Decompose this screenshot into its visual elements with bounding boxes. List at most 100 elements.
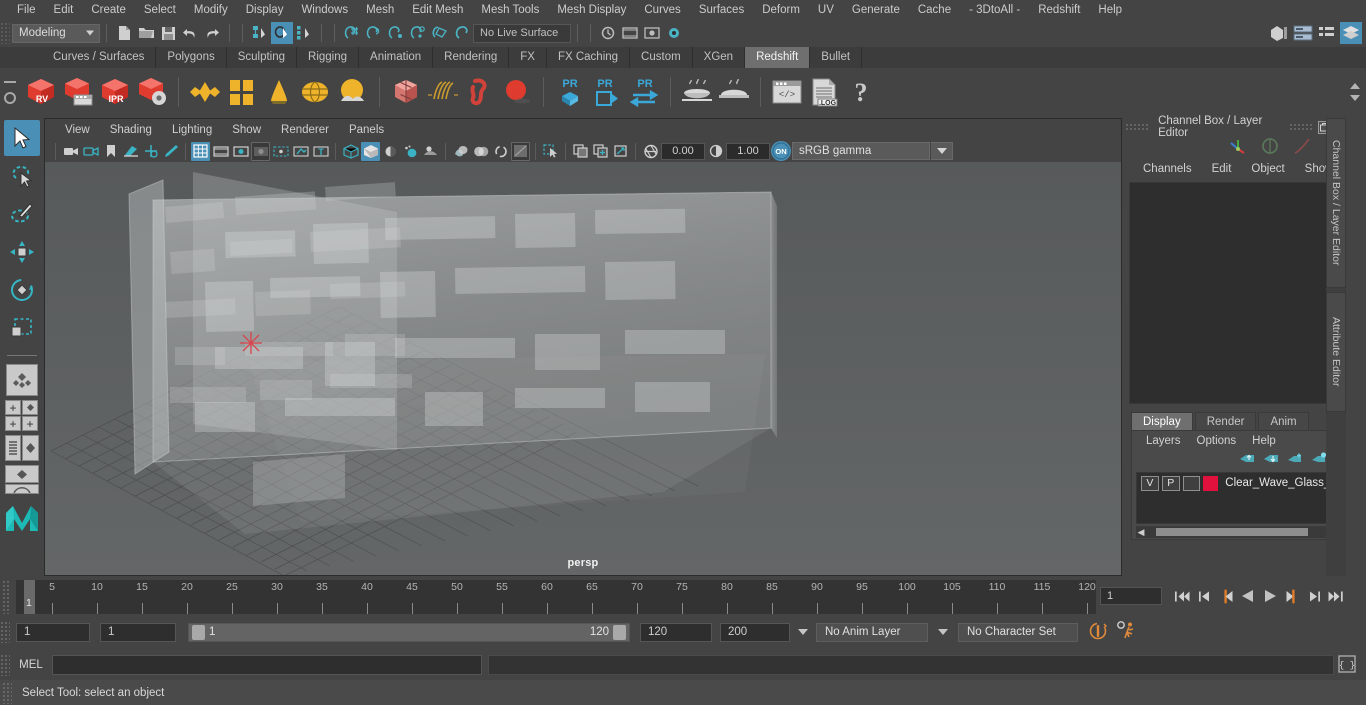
shelf-tab-rigging[interactable]: Rigging	[297, 47, 360, 68]
menu-mesh-display[interactable]: Mesh Display	[548, 0, 635, 20]
snap-to-point-button[interactable]	[385, 22, 407, 44]
xray-joints-icon[interactable]	[491, 142, 510, 161]
isolate-select-remove-icon[interactable]	[611, 142, 630, 161]
step-back-key-button[interactable]	[1216, 585, 1236, 607]
command-line-grip[interactable]	[0, 654, 10, 676]
layout-outliner-persp-button[interactable]	[5, 435, 21, 461]
snap-to-projected-center-button[interactable]	[407, 22, 429, 44]
select-by-component-button[interactable]	[293, 22, 315, 44]
shadows-icon[interactable]	[421, 142, 440, 161]
show-hide-attribute-editor-icon[interactable]	[1292, 22, 1314, 44]
viewport-menu-view[interactable]: View	[55, 124, 100, 136]
layer-menu-layers[interactable]: Layers	[1138, 435, 1189, 447]
redshift-pr-object-button[interactable]: PR	[553, 75, 587, 109]
color-management-toggle-icon[interactable]: ON	[771, 141, 791, 161]
redshift-proxy-button[interactable]	[389, 75, 423, 109]
layer-color-swatch[interactable]	[1203, 475, 1219, 491]
snap-to-view-planes-button[interactable]	[429, 22, 451, 44]
panel-grip-left[interactable]	[1125, 122, 1151, 132]
scale-tool-button[interactable]	[4, 310, 40, 346]
menu-generate[interactable]: Generate	[843, 0, 909, 20]
redshift-material-button[interactable]	[188, 75, 222, 109]
layer-playback-toggle[interactable]: P	[1161, 475, 1180, 491]
deformer-circle-icon[interactable]	[1260, 137, 1280, 158]
show-hide-history-button[interactable]	[597, 22, 619, 44]
select-camera-icon[interactable]	[61, 142, 80, 161]
redshift-environment-button[interactable]	[336, 75, 370, 109]
layout-persp-time-editor-button[interactable]	[5, 484, 39, 494]
anim-layer-dropdown-arrow[interactable]	[798, 629, 808, 635]
channel-box-menu-channels[interactable]: Channels	[1133, 163, 1202, 175]
color-space-dropdown-arrow[interactable]	[931, 142, 953, 160]
command-output-field[interactable]	[488, 655, 1334, 675]
viewport-select-icon[interactable]	[541, 142, 560, 161]
move-layer-up-icon[interactable]	[1239, 452, 1255, 468]
undo-button[interactable]	[179, 22, 201, 44]
redshift-bake-button[interactable]	[680, 75, 714, 109]
transform-axis-icon[interactable]	[1228, 137, 1248, 158]
display-layer-list[interactable]: V P Clear_Wave_Glass_Blo	[1136, 472, 1335, 524]
exposure-aperture-icon[interactable]	[641, 142, 660, 161]
menu-deform[interactable]: Deform	[753, 0, 809, 20]
menu-display[interactable]: Display	[237, 0, 293, 20]
use-default-material-icon[interactable]	[401, 142, 420, 161]
show-grid-icon[interactable]	[191, 141, 210, 161]
viewport-menu-renderer[interactable]: Renderer	[271, 124, 339, 136]
exposure-icon[interactable]	[271, 142, 290, 161]
viewport-menu-shading[interactable]: Shading	[100, 124, 162, 136]
layout-two-pane-side-button[interactable]: +	[5, 416, 21, 431]
snap-to-grid-button[interactable]	[341, 22, 363, 44]
camera-attributes-icon[interactable]	[81, 142, 100, 161]
channel-box-menu-object[interactable]: Object	[1241, 163, 1294, 175]
layer-menu-options[interactable]: Options	[1189, 435, 1245, 447]
redshift-volume-button[interactable]	[463, 75, 497, 109]
exposure-field[interactable]: 0.00	[661, 142, 705, 160]
shelf-tab-polygons[interactable]: Polygons	[156, 47, 227, 68]
channel-box-list[interactable]	[1129, 182, 1342, 404]
layout-two-pane-stacked-button[interactable]: +	[22, 416, 38, 431]
statusline-grip[interactable]	[0, 22, 10, 44]
character-set-field[interactable]: No Character Set	[958, 622, 1078, 642]
redshift-pr-export-button[interactable]: PR	[590, 75, 624, 109]
text-overlay-icon[interactable]: T	[311, 142, 330, 161]
redshift-dome-light-button[interactable]	[299, 75, 333, 109]
show-film-gate-icon[interactable]	[211, 142, 230, 161]
redshift-ipr-button[interactable]: IPR	[98, 75, 132, 109]
redshift-render-settings-button[interactable]	[135, 75, 169, 109]
layout-four-view-button[interactable]: +	[5, 400, 21, 415]
layer-visibility-toggle[interactable]: V	[1141, 475, 1159, 491]
layer-display-type-toggle[interactable]	[1182, 475, 1201, 491]
play-backwards-button[interactable]	[1238, 585, 1258, 607]
redshift-bake-set-button[interactable]	[717, 75, 751, 109]
playback-start-time-field[interactable]: 1	[100, 622, 176, 642]
redshift-render-view-button[interactable]: RV	[24, 75, 58, 109]
move-layer-down-icon[interactable]	[1263, 452, 1279, 468]
menu-set-selector[interactable]: Modeling	[12, 23, 100, 43]
menu-help[interactable]: Help	[1089, 0, 1131, 20]
menu-curves[interactable]: Curves	[635, 0, 689, 20]
redo-button[interactable]	[201, 22, 223, 44]
menu-uv[interactable]: UV	[809, 0, 843, 20]
ipr-render-button[interactable]	[641, 22, 663, 44]
timeline-grip[interactable]	[2, 580, 10, 614]
texture-shading-icon[interactable]	[451, 142, 470, 161]
two-dimensional-pan-zoom-icon[interactable]	[141, 142, 160, 161]
open-scene-button[interactable]	[135, 22, 157, 44]
menu-3dtoall[interactable]: - 3DtoAll -	[960, 0, 1029, 20]
animation-start-time-field[interactable]: 1	[16, 622, 90, 642]
status-bar-grip[interactable]	[2, 681, 12, 704]
move-tool-button[interactable]	[4, 234, 40, 270]
scrollbar-thumb[interactable]	[1156, 528, 1308, 536]
new-scene-button[interactable]	[113, 22, 135, 44]
menu-redshift[interactable]: Redshift	[1029, 0, 1089, 20]
redshift-log-button[interactable]: .LOG	[807, 75, 841, 109]
menu-mesh[interactable]: Mesh	[357, 0, 403, 20]
paint-select-tool-button[interactable]	[4, 196, 40, 232]
expression-curve-icon[interactable]	[1292, 137, 1312, 158]
range-start-handle[interactable]	[192, 624, 205, 640]
show-resolution-gate-icon[interactable]	[231, 142, 250, 161]
tab-display-layers[interactable]: Display	[1131, 412, 1193, 430]
command-language-label[interactable]: MEL	[10, 659, 52, 671]
shelf-tab-rendering[interactable]: Rendering	[433, 47, 510, 68]
show-hide-channel-box-icon[interactable]	[1316, 22, 1338, 44]
